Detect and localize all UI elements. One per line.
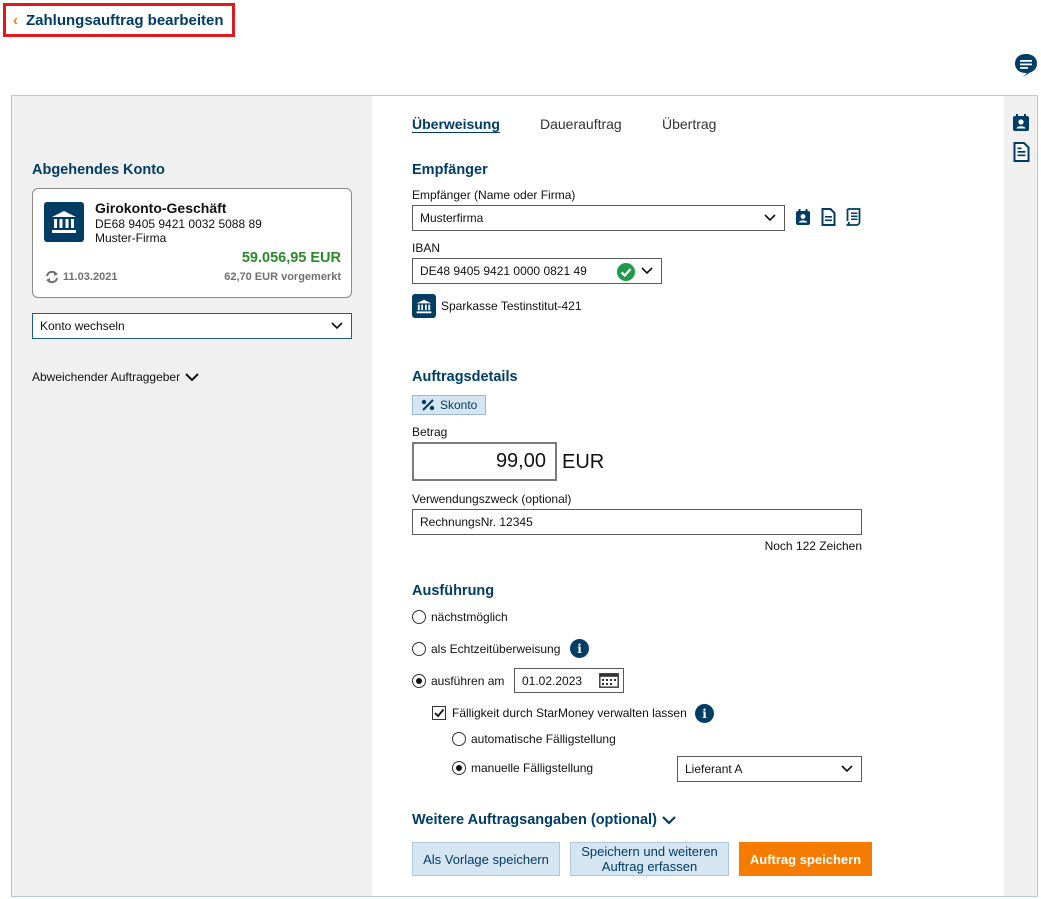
execution-date-input[interactable]: 01.02.2023 (514, 668, 624, 693)
tab-uebertrag[interactable]: Übertrag (662, 116, 716, 132)
percent-icon (421, 399, 435, 411)
tab-ueberweisung[interactable]: Überweisung (412, 116, 500, 132)
supplier-select[interactable]: Lieferant A (677, 756, 862, 782)
auto-due-label: automatische Fälligstellung (471, 732, 616, 746)
contact-book-icon[interactable] (1012, 114, 1030, 132)
chat-bubble-icon[interactable] (1013, 52, 1039, 78)
chevron-down-icon (185, 373, 199, 382)
supplier-value: Lieferant A (685, 762, 743, 776)
switch-account-label: Konto wechseln (40, 319, 125, 333)
info-icon[interactable]: i (570, 639, 589, 658)
order-details-title: Auftragsdetails (412, 369, 518, 385)
bank-name: Sparkasse Testinstitut-421 (441, 299, 582, 313)
chevron-down-icon (764, 214, 776, 222)
option-date-label: ausführen am (431, 674, 505, 688)
execution-date-value: 01.02.2023 (522, 673, 583, 688)
chevron-left-icon: ‹ (13, 11, 18, 29)
radio-next-possible[interactable] (412, 610, 426, 624)
amount-input[interactable]: 99,00 (412, 442, 557, 481)
calendar-icon[interactable] (599, 673, 619, 688)
more-details-toggle[interactable]: Weitere Auftragsangaben (optional) (412, 812, 676, 828)
iban-label: IBAN (412, 241, 441, 255)
refresh-icon[interactable] (44, 270, 60, 284)
different-payer-toggle[interactable]: Abweichender Auftraggeber (32, 370, 199, 384)
radio-execute-on[interactable] (412, 674, 426, 688)
contact-book-icon[interactable] (795, 209, 811, 226)
back-link[interactable]: ‹ Zahlungsauftrag bearbeiten (3, 3, 235, 37)
page-title: Zahlungsauftrag bearbeiten (26, 11, 224, 29)
account-balance: 59.056,95 EUR (241, 250, 341, 266)
account-iban: DE68 9405 9421 0032 5088 89 (95, 217, 262, 231)
account-date: 11.03.2021 (63, 271, 118, 283)
receipt-icon[interactable] (845, 208, 862, 226)
save-order-button[interactable]: Auftrag speichern (739, 842, 872, 876)
skonto-button[interactable]: Skonto (412, 395, 486, 415)
bank-icon (412, 294, 436, 318)
purpose-label: Verwendungszweck (optional) (412, 492, 572, 506)
chevron-down-icon (662, 816, 676, 825)
switch-account-select[interactable]: Konto wechseln (32, 313, 352, 339)
currency-label: EUR (562, 451, 605, 473)
execution-title: Ausführung (412, 583, 495, 599)
manage-due-checkbox[interactable] (432, 706, 446, 720)
chars-left: Noch 122 Zeichen (764, 539, 862, 553)
chevron-down-icon (331, 322, 343, 330)
recipient-name-value: Musterfirma (420, 211, 484, 225)
document-icon[interactable] (1013, 142, 1030, 162)
radio-auto-due[interactable] (452, 732, 466, 746)
iban-select[interactable]: DE48 9405 9421 0000 0821 49 (412, 258, 662, 284)
recipient-name-label: Empfänger (Name oder Firma) (412, 188, 576, 202)
chevron-down-icon (841, 765, 853, 773)
option-realtime-label: als Echtzeitüberweisung (431, 642, 561, 656)
recipient-title: Empfänger (412, 162, 488, 178)
chevron-down-icon (641, 267, 653, 275)
account-pending: 62,70 EUR vorgemerkt (224, 271, 341, 283)
info-icon[interactable]: i (695, 704, 714, 723)
option-next-label: nächstmöglich (431, 610, 508, 624)
recipient-name-select[interactable]: Musterfirma (412, 205, 785, 231)
skonto-label: Skonto (440, 398, 478, 412)
radio-realtime[interactable] (412, 642, 426, 656)
manual-due-label: manuelle Fälligstellung (471, 761, 594, 775)
account-card: Girokonto-Geschäft DE68 9405 9421 0032 5… (32, 188, 352, 298)
checkmark-icon (434, 708, 445, 718)
save-and-new-button[interactable]: Speichern und weiteren Auftrag erfassen (570, 842, 729, 876)
radio-manual-due[interactable] (452, 761, 466, 775)
amount-label: Betrag (412, 425, 448, 439)
more-details-title: Weitere Auftragsangaben (optional) (412, 812, 657, 828)
iban-value: DE48 9405 9421 0000 0821 49 (420, 264, 587, 278)
outgoing-account-title: Abgehendes Konto (32, 162, 165, 178)
account-name: Girokonto-Geschäft (95, 200, 227, 216)
account-owner: Muster-Firma (95, 231, 167, 245)
purpose-input[interactable]: RechnungsNr. 12345 (412, 509, 862, 535)
check-circle-icon (617, 263, 635, 281)
document-icon[interactable] (821, 208, 836, 226)
manage-due-label: Fälligkeit durch StarMoney verwalten las… (452, 706, 687, 720)
tab-dauerauftrag[interactable]: Dauerauftrag (540, 116, 622, 132)
different-payer-label: Abweichender Auftraggeber (32, 370, 181, 384)
save-template-button[interactable]: Als Vorlage speichern (412, 842, 560, 876)
bank-icon (44, 202, 84, 242)
